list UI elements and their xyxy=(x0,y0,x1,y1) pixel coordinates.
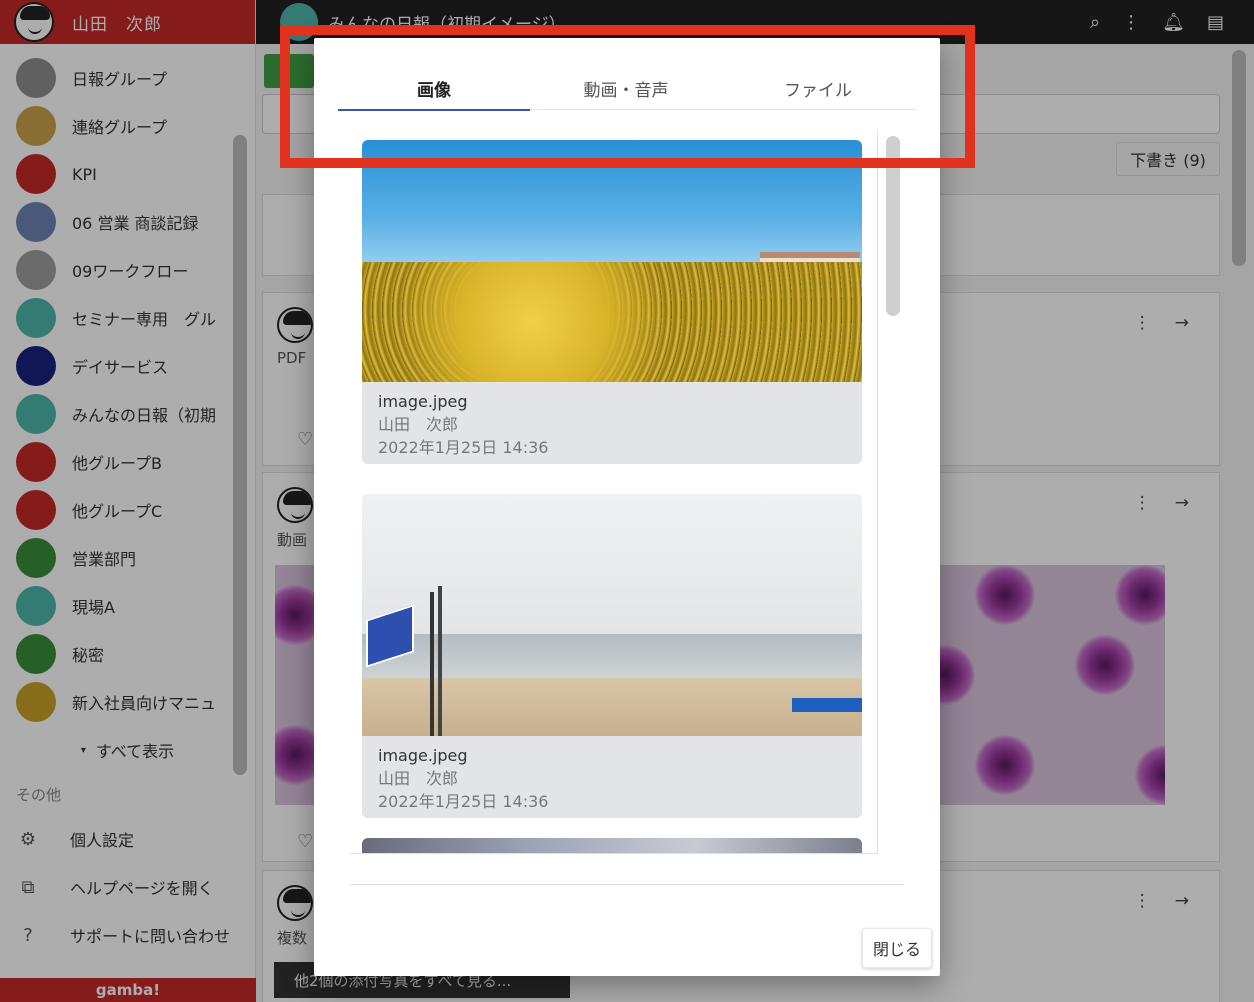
media-thumbnail[interactable] xyxy=(362,494,862,736)
annotation-highlight-box xyxy=(280,25,975,168)
media-thumbnail[interactable] xyxy=(362,140,862,382)
media-list: image.jpeg 山田 次郎 2022年1月25日 14:36 image.… xyxy=(350,130,878,854)
attachments-dialog: 画像 動画・音声 ファイル image.jpeg 山田 次郎 2022年1月25… xyxy=(314,38,940,976)
media-author: 山田 次郎 xyxy=(378,769,459,788)
media-thumbnail[interactable] xyxy=(362,838,862,853)
dialog-divider xyxy=(350,884,904,885)
media-item[interactable]: image.jpeg 山田 次郎 2022年1月25日 14:36 xyxy=(362,494,862,818)
media-item[interactable]: image.jpeg 山田 次郎 2022年1月25日 14:36 xyxy=(362,140,862,464)
media-date: 2022年1月25日 14:36 xyxy=(378,438,549,457)
close-button[interactable]: 閉じる xyxy=(862,928,932,968)
media-filename: image.jpeg xyxy=(378,746,468,765)
media-filename: image.jpeg xyxy=(378,392,468,411)
media-author: 山田 次郎 xyxy=(378,415,459,434)
media-date: 2022年1月25日 14:36 xyxy=(378,792,549,811)
